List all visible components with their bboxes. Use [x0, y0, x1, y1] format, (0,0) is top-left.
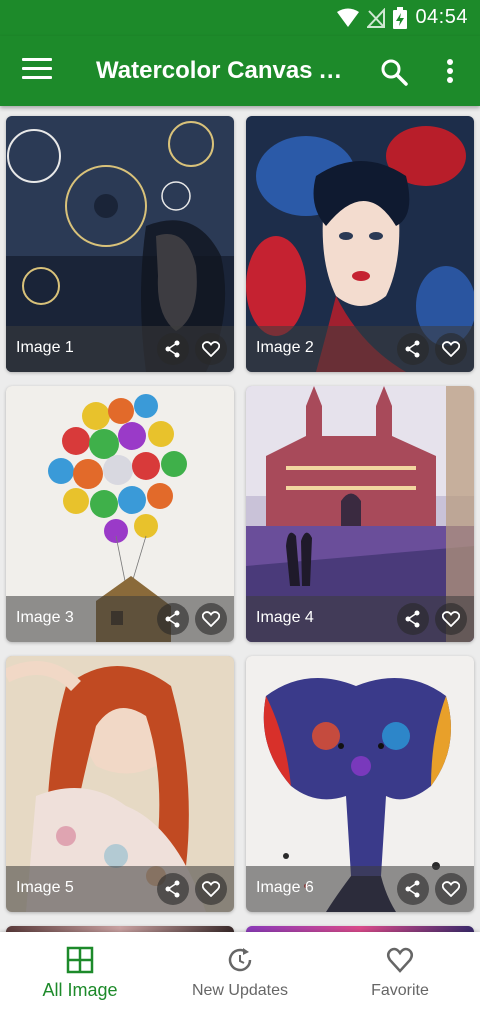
- favorite-button[interactable]: [195, 333, 227, 365]
- image-caption-bar: Image 2: [246, 326, 474, 372]
- nav-label: All Image: [42, 980, 118, 1000]
- share-icon: [165, 340, 180, 358]
- nav-label: Favorite: [371, 982, 429, 999]
- nav-favorite[interactable]: Favorite: [320, 932, 480, 1010]
- image-caption-bar: Image 4: [246, 596, 474, 642]
- refresh-icon: [228, 948, 252, 972]
- image-label: Image 3: [16, 609, 74, 626]
- favorite-button[interactable]: [435, 333, 467, 365]
- image-caption-bar: Image 1: [6, 326, 234, 372]
- heart-outline-icon: [442, 341, 460, 357]
- favorite-button[interactable]: [435, 603, 467, 635]
- menu-icon-line: [22, 58, 52, 61]
- heart-icon: [387, 947, 413, 973]
- image-card[interactable]: Image 6: [246, 656, 474, 912]
- image-label: Image 4: [256, 609, 314, 626]
- wifi-icon: [337, 8, 360, 27]
- image-label: Image 5: [16, 879, 74, 896]
- image-caption-bar: Image 6: [246, 866, 474, 912]
- image-card[interactable]: Image 5: [6, 656, 234, 912]
- heart-outline-icon: [442, 611, 460, 627]
- share-button[interactable]: [157, 603, 189, 635]
- image-grid: Image 1 Image 2 Image 3 Image 4 Image 5 …: [0, 106, 480, 932]
- nav-new-updates[interactable]: New Updates: [160, 932, 320, 1010]
- favorite-button[interactable]: [435, 873, 467, 905]
- image-caption-bar: Image 5: [6, 866, 234, 912]
- menu-icon-line: [22, 67, 52, 70]
- share-icon: [165, 880, 180, 898]
- no-signal-icon: [367, 7, 386, 28]
- app-bar: Watercolor Canvas Art Ideas: [0, 36, 480, 106]
- image-card[interactable]: Image 4: [246, 386, 474, 642]
- app-title: Watercolor Canvas Art Ideas: [96, 57, 356, 84]
- share-icon: [405, 610, 420, 628]
- status-time: 04:54: [415, 6, 468, 28]
- share-button[interactable]: [397, 333, 429, 365]
- status-icons: 04:54: [337, 6, 468, 29]
- bottom-navigation: All Image New Updates Favorite: [0, 932, 480, 1010]
- image-card[interactable]: Image 1: [6, 116, 234, 372]
- status-bar: 04:54: [0, 0, 480, 36]
- nav-all-image[interactable]: All Image: [0, 932, 160, 1010]
- more-options-icon[interactable]: [438, 58, 462, 84]
- share-button[interactable]: [397, 873, 429, 905]
- menu-icon-line: [22, 76, 52, 79]
- heart-outline-icon: [202, 611, 220, 627]
- image-card[interactable]: Image 3: [6, 386, 234, 642]
- heart-outline-icon: [442, 881, 460, 897]
- share-icon: [165, 610, 180, 628]
- search-icon[interactable]: [380, 58, 408, 86]
- favorite-button[interactable]: [195, 873, 227, 905]
- image-label: Image 1: [16, 339, 74, 356]
- image-label: Image 2: [256, 339, 314, 356]
- nav-label: New Updates: [191, 982, 289, 999]
- favorite-button[interactable]: [195, 603, 227, 635]
- share-icon: [405, 340, 420, 358]
- heart-outline-icon: [202, 341, 220, 357]
- share-button[interactable]: [397, 603, 429, 635]
- image-label: Image 6: [256, 879, 314, 896]
- heart-outline-icon: [202, 881, 220, 897]
- share-button[interactable]: [157, 333, 189, 365]
- menu-button[interactable]: [22, 58, 52, 82]
- image-card[interactable]: Image 2: [246, 116, 474, 372]
- share-button[interactable]: [157, 873, 189, 905]
- share-icon: [405, 880, 420, 898]
- image-caption-bar: Image 3: [6, 596, 234, 642]
- grid-icon: [66, 946, 94, 974]
- battery-charging-icon: [393, 6, 408, 29]
